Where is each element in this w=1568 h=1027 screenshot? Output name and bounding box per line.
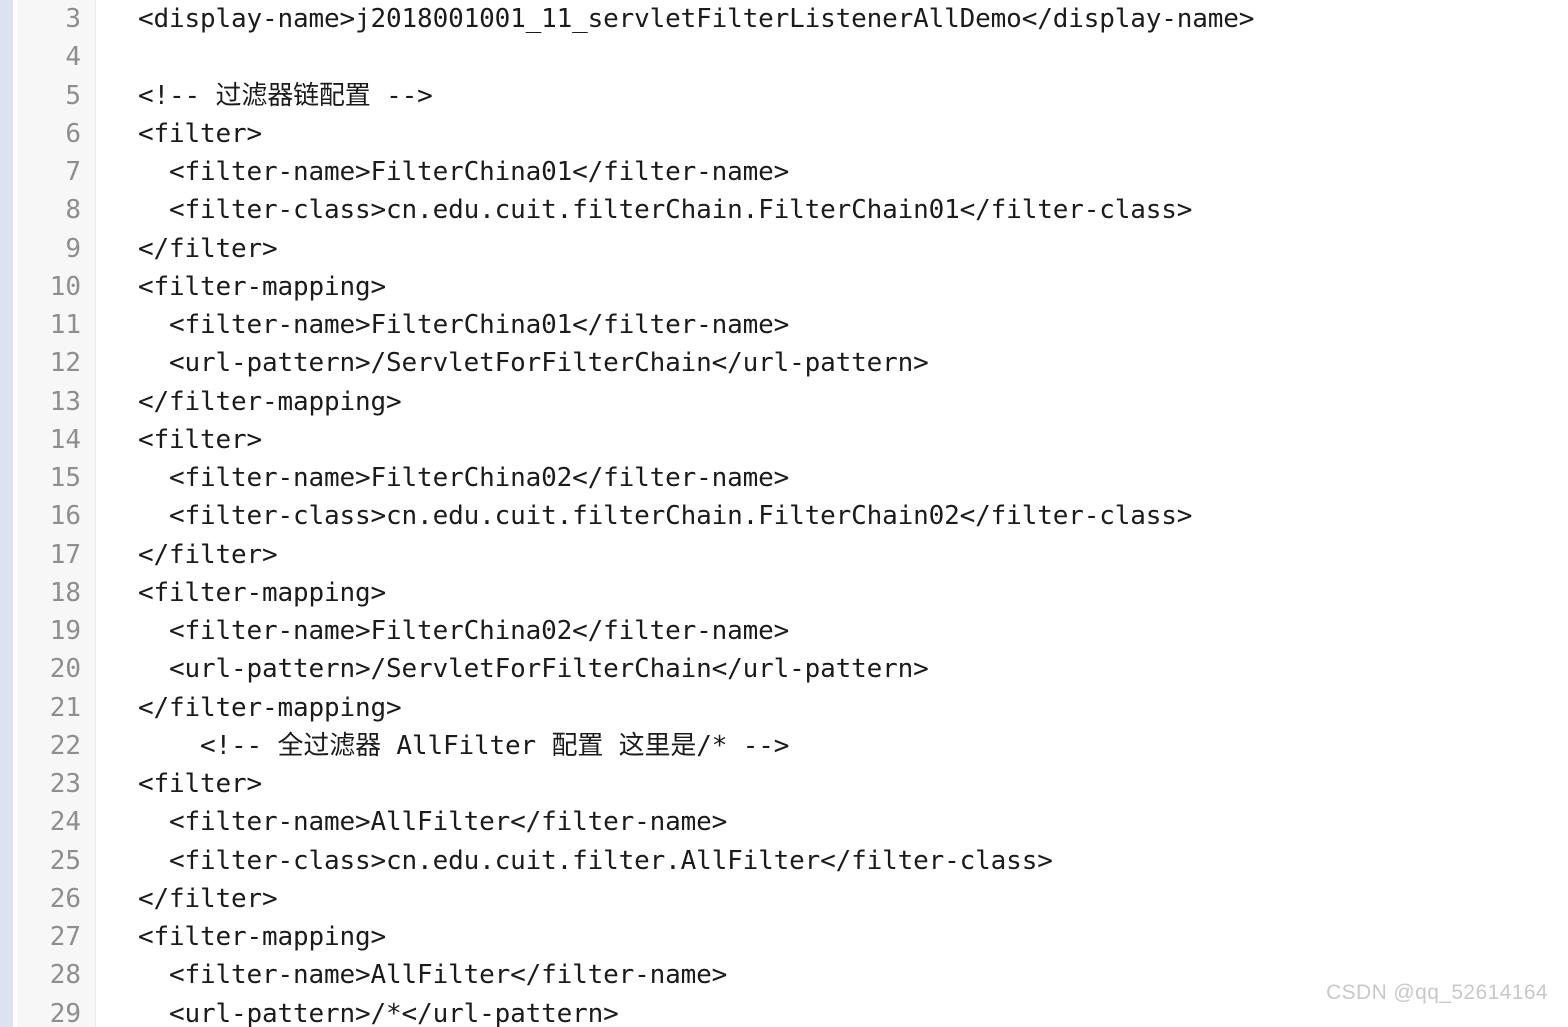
code-line-text[interactable]: <filter-mapping> (138, 574, 386, 612)
code-line-text[interactable]: </filter> (138, 230, 278, 268)
code-line-text[interactable]: <filter-name>FilterChina01</filter-name> (138, 153, 789, 191)
code-line-text[interactable]: <url-pattern>/ServletForFilterChain</url… (138, 650, 929, 688)
code-line-text[interactable]: <filter-name>AllFilter</filter-name> (138, 803, 727, 841)
code-line-text[interactable]: <filter-name>FilterChina02</filter-name> (138, 459, 789, 497)
line-number[interactable]: 6 (17, 115, 87, 153)
code-line-text[interactable]: <filter-class>cn.edu.cuit.filter.AllFilt… (138, 842, 1053, 880)
line-number[interactable]: 10 (17, 268, 87, 306)
line-number[interactable]: 26 (17, 880, 87, 918)
line-number[interactable]: 16 (17, 497, 87, 535)
line-number[interactable]: 23 (17, 765, 87, 803)
line-number[interactable]: 24 (17, 803, 87, 841)
code-line-text[interactable]: <display-name>j2018001001_11_servletFilt… (138, 0, 1254, 38)
line-number[interactable]: 27 (17, 918, 87, 956)
code-line-text[interactable]: <filter-name>FilterChina01</filter-name> (138, 306, 789, 344)
editor-marker-strip[interactable] (0, 0, 13, 1027)
code-line-text[interactable]: <filter> (138, 421, 262, 459)
line-number[interactable]: 21 (17, 689, 87, 727)
line-number[interactable]: 4 (17, 38, 87, 76)
line-number[interactable]: 5 (17, 77, 87, 115)
code-line-text[interactable]: </filter-mapping> (138, 689, 402, 727)
line-number[interactable]: 22 (17, 727, 87, 765)
code-line-text[interactable]: <filter-class>cn.edu.cuit.filterChain.Fi… (138, 191, 1192, 229)
line-number[interactable]: 29 (17, 995, 87, 1027)
code-line-text[interactable]: <!-- 过滤器链配置 --> (138, 77, 433, 115)
line-number[interactable]: 20 (17, 650, 87, 688)
code-line-text[interactable]: <filter-name>FilterChina02</filter-name> (138, 612, 789, 650)
code-line-text[interactable]: </filter-mapping> (138, 383, 402, 421)
code-line-text[interactable]: <filter> (138, 765, 262, 803)
line-number[interactable]: 3 (17, 0, 87, 38)
code-line-text[interactable]: <!-- 全过滤器 AllFilter 配置 这里是/* --> (138, 727, 789, 765)
line-number[interactable]: 28 (17, 956, 87, 994)
line-number[interactable]: 11 (17, 306, 87, 344)
line-number[interactable]: 14 (17, 421, 87, 459)
line-number[interactable]: 13 (17, 383, 87, 421)
code-line-text[interactable]: </filter> (138, 536, 278, 574)
code-line-text[interactable]: <url-pattern>/ServletForFilterChain</url… (138, 344, 929, 382)
line-number[interactable]: 15 (17, 459, 87, 497)
line-number[interactable]: 19 (17, 612, 87, 650)
code-line-text[interactable]: <filter-mapping> (138, 918, 386, 956)
line-number[interactable]: 12 (17, 344, 87, 382)
line-number[interactable]: 9 (17, 230, 87, 268)
code-line-text[interactable]: </filter> (138, 880, 278, 918)
code-line-text[interactable]: <filter-mapping> (138, 268, 386, 306)
line-number[interactable]: 18 (17, 574, 87, 612)
code-editor: 3 <display-name>j2018001001_11_servletFil… (0, 0, 1568, 1027)
line-number[interactable]: 8 (17, 191, 87, 229)
line-number[interactable]: 25 (17, 842, 87, 880)
code-line-text[interactable]: <filter-class>cn.edu.cuit.filterChain.Fi… (138, 497, 1192, 535)
line-number[interactable]: 7 (17, 153, 87, 191)
code-line-text[interactable]: <url-pattern>/*</url-pattern> (138, 995, 619, 1027)
code-line-text[interactable]: <filter> (138, 115, 262, 153)
line-number[interactable]: 17 (17, 536, 87, 574)
code-line-text[interactable]: <filter-name>AllFilter</filter-name> (138, 956, 727, 994)
